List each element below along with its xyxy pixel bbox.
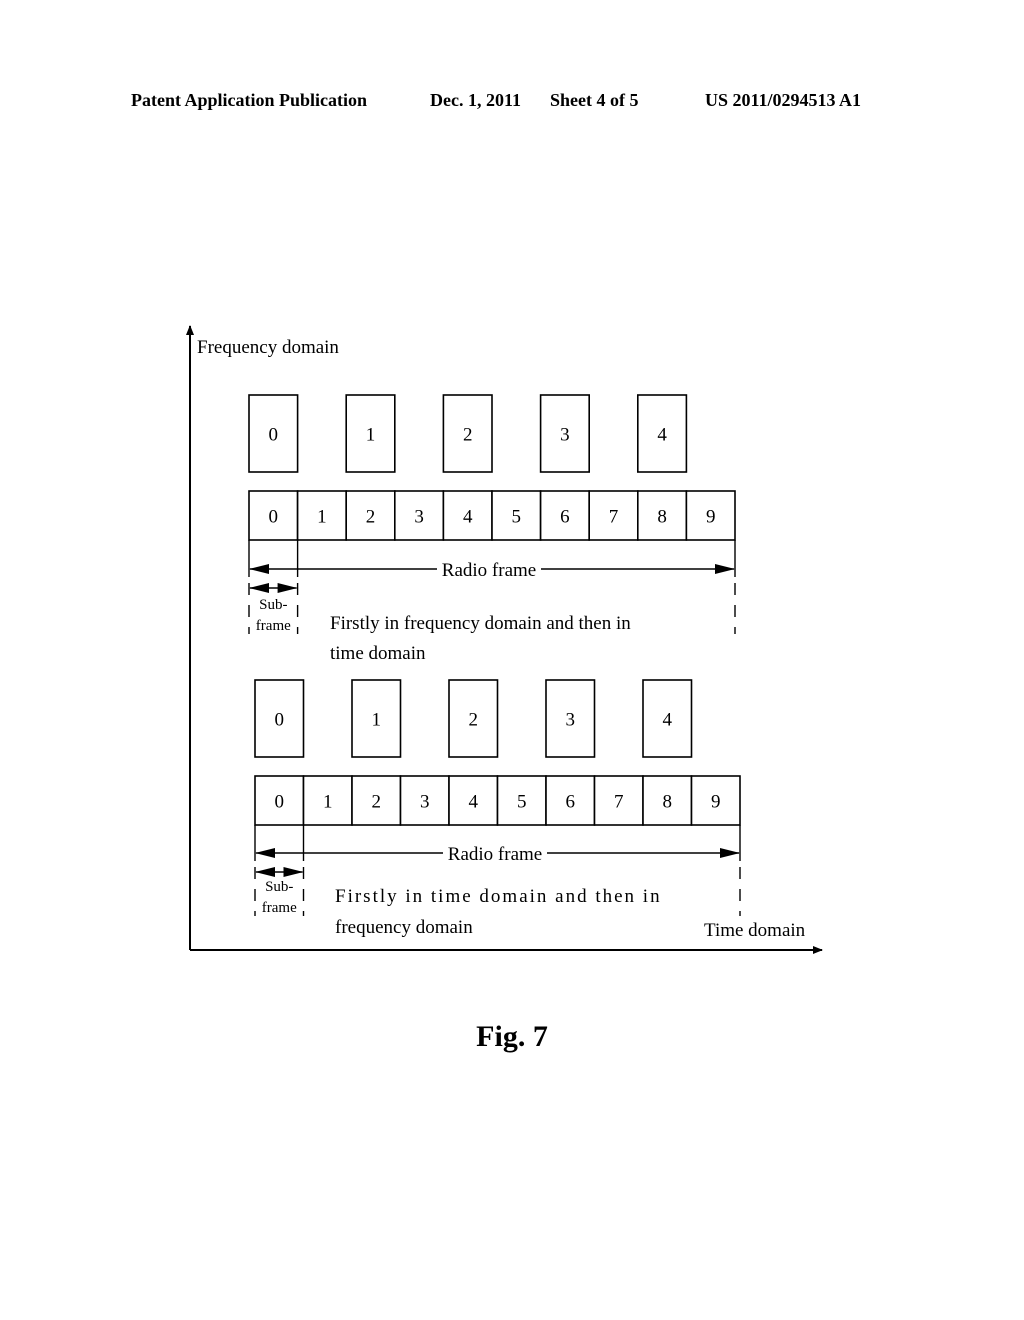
subframe-number: 3 [420, 792, 430, 813]
subframe-number: 6 [566, 792, 576, 813]
subframe-label-line1: Sub- [265, 879, 293, 895]
radio-frame-label: Radio frame [442, 560, 536, 581]
subframe-number: 7 [609, 507, 619, 528]
frequency-axis-label: Frequency domain [197, 337, 339, 358]
resource-block-label: 3 [566, 710, 576, 731]
subframe-number: 1 [317, 507, 327, 528]
mapping-panel: 0 1 2 3 4 0 1 2 3 4 5 6 7 8 9 Radio frame Sub-frame First… [248, 394, 736, 664]
subframe-number: 4 [463, 507, 473, 528]
subframe-number: 5 [512, 507, 522, 528]
resource-block-label: 3 [560, 425, 570, 446]
subframe-number: 3 [414, 507, 424, 528]
mapping-panel: 0 1 2 3 4 0 1 2 3 4 5 6 7 8 9 Radio frame Sub-frame First… [254, 679, 741, 938]
subframe-number: 2 [372, 792, 382, 813]
resource-block-label: 4 [657, 425, 667, 446]
resource-block-label: 2 [469, 710, 479, 731]
subframe-number: 9 [706, 507, 716, 528]
subframe-number: 0 [269, 507, 279, 528]
subframe-number: 8 [663, 792, 673, 813]
mapping-order-caption-line2: time domain [330, 643, 426, 664]
subframe-label-line2: frame [256, 618, 291, 634]
subframe-number: 4 [469, 792, 479, 813]
subframe-label-line2: frame [262, 900, 297, 916]
resource-mapping-diagram: Frequency domain Time domain 0 1 2 3 4 0 1 2 3 4 5… [186, 325, 823, 954]
subframe-number: 2 [366, 507, 376, 528]
resource-block-label: 0 [269, 425, 279, 446]
subframe-number: 5 [517, 792, 527, 813]
resource-block-label: 2 [463, 425, 473, 446]
resource-block-label: 4 [663, 710, 673, 731]
subframe-number: 6 [560, 507, 570, 528]
subframe-number: 9 [711, 792, 721, 813]
mapping-order-caption-line1: Firstly in time domain and then in [335, 886, 662, 907]
resource-block-label: 1 [372, 710, 382, 731]
resource-block-label: 0 [275, 710, 285, 731]
subframe-number: 8 [657, 507, 667, 528]
mapping-order-caption-line2: frequency domain [335, 917, 473, 938]
subframe-label-line1: Sub- [259, 597, 287, 613]
mapping-order-caption-line1: Firstly in frequency domain and then in [330, 613, 631, 634]
time-axis-label: Time domain [704, 920, 806, 941]
resource-block-label: 1 [366, 425, 376, 446]
subframe-number: 0 [275, 792, 285, 813]
subframe-number: 7 [614, 792, 624, 813]
figure-label: Fig. 7 [476, 1020, 548, 1053]
subframe-number: 1 [323, 792, 333, 813]
radio-frame-label: Radio frame [448, 844, 542, 865]
